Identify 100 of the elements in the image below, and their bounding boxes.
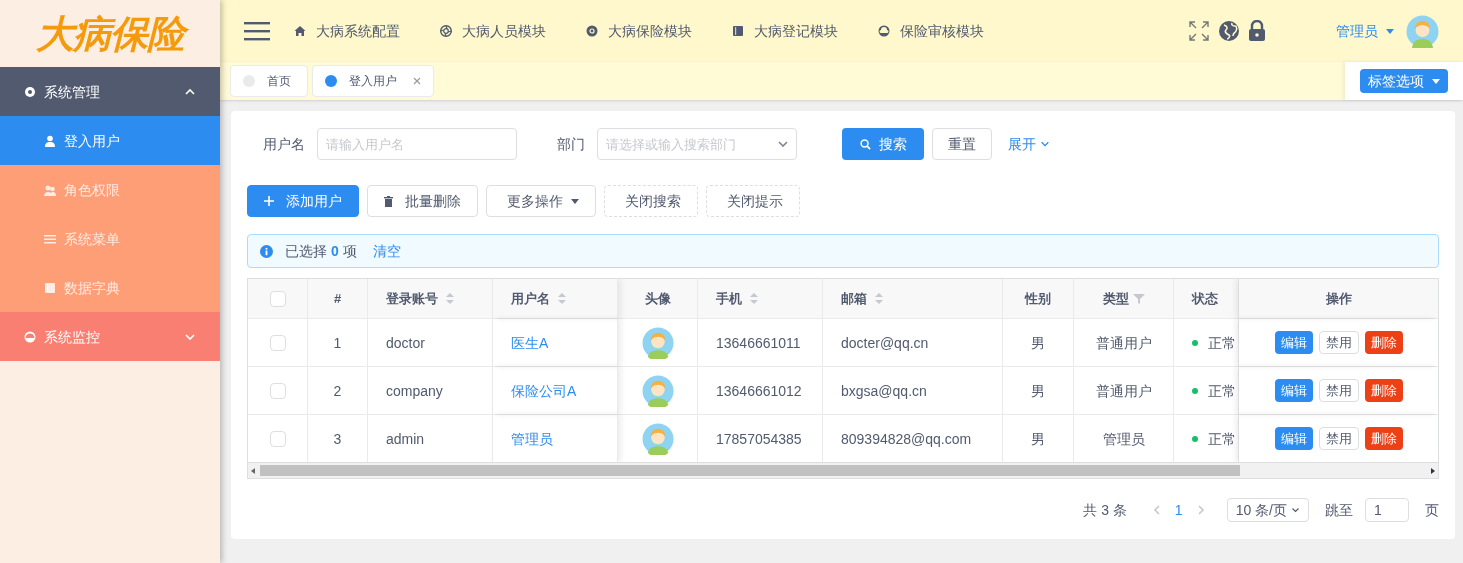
trash-icon	[384, 195, 393, 207]
toolbar-button[interactable]: 添加用户	[247, 185, 359, 217]
jump-label: 跳至	[1325, 501, 1353, 520]
caret-icon	[1432, 78, 1440, 84]
chevron-down-icon	[1040, 140, 1050, 148]
clear-link[interactable]: 清空	[372, 241, 401, 261]
caret-icon	[1386, 28, 1394, 34]
table-cell-text: 13646661011	[716, 333, 801, 353]
edit-button[interactable]: 编辑	[1274, 427, 1313, 450]
selection-count-text: 已选择 0 项	[285, 242, 357, 261]
expand-link[interactable]: 展开	[1008, 134, 1050, 154]
delete-button[interactable]: 删除	[1364, 427, 1403, 450]
avatar-icon[interactable]	[1406, 14, 1439, 48]
column-header[interactable]: 类型	[1102, 288, 1129, 309]
toolbar-button[interactable]: 批量删除	[367, 185, 478, 217]
table-cell-text: 3	[333, 429, 342, 449]
column-header[interactable]: #	[333, 288, 342, 309]
column-header[interactable]: 邮箱	[841, 288, 867, 309]
column-header[interactable]: 用户名	[511, 288, 550, 309]
checkbox[interactable]	[269, 430, 286, 447]
column-header[interactable]: 性别	[1025, 288, 1051, 309]
table-cell-text: docter@qq.cn	[841, 333, 929, 353]
next-page-icon[interactable]	[1196, 504, 1205, 516]
aperture-icon	[440, 25, 452, 37]
chevron-down-icon	[777, 140, 789, 148]
menu-toggle-icon[interactable]	[244, 21, 270, 41]
avatar-icon	[641, 422, 674, 455]
avatar-icon	[641, 374, 674, 407]
module-nav-link[interactable]: 大病系统配置	[294, 21, 400, 41]
table-cell-text: 2	[333, 381, 342, 401]
globe-icon[interactable]	[1218, 20, 1240, 42]
module-nav-link[interactable]: 大病保险模块	[586, 21, 692, 41]
delete-button[interactable]: 删除	[1364, 331, 1403, 354]
sort-icon[interactable]	[875, 293, 883, 304]
menu-item[interactable]: 登入用户	[0, 116, 220, 165]
table-cell-text: 管理员	[1102, 429, 1145, 449]
column-header[interactable]: 操作	[1325, 288, 1352, 309]
sort-icon[interactable]	[750, 293, 758, 304]
lock-icon[interactable]	[1248, 20, 1266, 42]
chevron-up-icon	[184, 87, 196, 96]
table-cell-text: 1	[333, 333, 342, 353]
chevron-down-icon	[184, 332, 196, 341]
checkbox[interactable]	[269, 290, 286, 307]
column-header[interactable]: 头像	[644, 288, 671, 309]
table-cell-text: 17857054385	[716, 429, 802, 449]
user-icon	[44, 134, 56, 147]
username-link[interactable]: 保险公司A	[511, 380, 577, 401]
disable-button[interactable]: 禁用	[1318, 379, 1359, 402]
username-link[interactable]: 医生A	[511, 332, 549, 353]
table-cell-text: bxgsa@qq.cn	[841, 381, 927, 401]
table-cell-text: 男	[1031, 429, 1045, 449]
book-icon	[44, 281, 56, 294]
page-tab[interactable]: 首页	[230, 65, 308, 97]
menu-group[interactable]: 系统管理	[0, 67, 220, 116]
module-nav-link[interactable]: 大病人员模块	[440, 21, 546, 41]
field-label: 用户名	[263, 135, 305, 154]
table-cell-text: 809394828@qq.com	[841, 429, 972, 449]
page-suffix-text: 页	[1425, 501, 1439, 520]
caret-icon	[571, 198, 579, 204]
toolbar-button[interactable]: 关闭提示	[706, 185, 800, 217]
disable-button[interactable]: 禁用	[1318, 427, 1359, 450]
toolbar-button[interactable]: 关闭搜索	[604, 185, 698, 217]
table-cell-text: 普通用户	[1095, 381, 1152, 401]
close-icon[interactable]	[413, 77, 421, 85]
fullscreen-icon[interactable]	[1188, 20, 1210, 42]
table-cell-text: 男	[1031, 381, 1045, 401]
page-number[interactable]: 1	[1174, 500, 1183, 520]
checkbox[interactable]	[269, 334, 286, 351]
filter-icon[interactable]	[1132, 292, 1145, 305]
edit-button[interactable]: 编辑	[1274, 331, 1313, 354]
plus-icon	[264, 196, 274, 206]
page-tab[interactable]: 登入用户	[312, 65, 434, 97]
column-header[interactable]: 登录账号	[386, 288, 438, 309]
username-link[interactable]: 管理员	[511, 428, 553, 449]
sort-icon[interactable]	[558, 293, 566, 304]
tab-options-button[interactable]: 标签选项	[1360, 69, 1448, 93]
status-text: 正常	[1208, 333, 1236, 353]
edit-button[interactable]: 编辑	[1274, 379, 1313, 402]
delete-button[interactable]: 删除	[1364, 379, 1403, 402]
sort-icon[interactable]	[446, 293, 454, 304]
table-cell-text: company	[386, 381, 443, 401]
column-header[interactable]: 状态	[1192, 288, 1218, 309]
previous-page-icon[interactable]	[1152, 504, 1161, 516]
table-cell-text: 男	[1031, 333, 1045, 353]
toolbar-button[interactable]: 更多操作	[486, 185, 596, 217]
user-menu[interactable]: 管理员	[1336, 21, 1394, 41]
module-nav-link[interactable]: 大病登记模块	[732, 21, 838, 41]
horizontal-scrollbar[interactable]	[248, 462, 1438, 478]
book-icon	[732, 25, 744, 37]
page-size-select[interactable]: 10 条/页	[1226, 498, 1309, 522]
avatar-icon	[641, 326, 674, 359]
search-button[interactable]: 搜索	[842, 128, 924, 160]
total-count-text: 共 3 条	[1083, 501, 1127, 520]
column-header[interactable]: 手机	[716, 288, 742, 309]
module-nav-link[interactable]: 保险审核模块	[878, 21, 984, 41]
status-text: 正常	[1208, 381, 1236, 401]
page-jump-field[interactable]: 1	[1365, 498, 1409, 522]
disable-button[interactable]: 禁用	[1318, 331, 1359, 354]
checkbox[interactable]	[269, 382, 286, 399]
reset-button[interactable]: 重置	[932, 128, 992, 160]
